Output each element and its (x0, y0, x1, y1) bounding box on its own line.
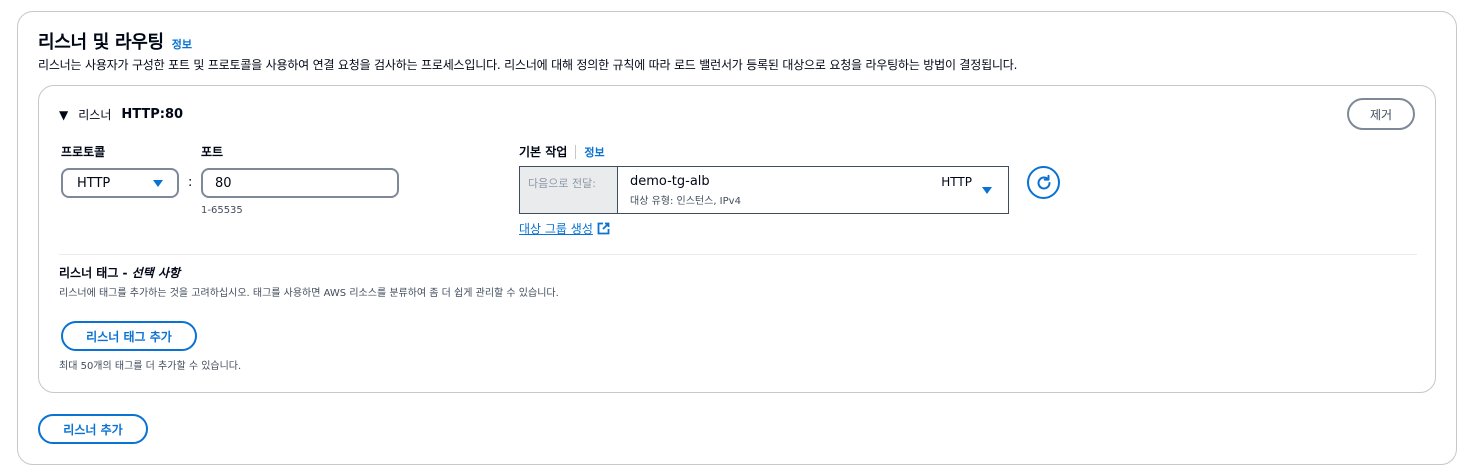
default-action-header: 기본 작업 정보 (519, 143, 605, 160)
listener-header: ▼ 리스너 HTTP:80 (59, 106, 183, 123)
refresh-target-groups-button[interactable] (1027, 166, 1060, 199)
protocol-label: 프로토콜 (61, 145, 106, 159)
add-listener-tag-button[interactable]: 리스너 태그 추가 (61, 321, 197, 351)
remove-listener-button[interactable]: 제거 (1347, 98, 1415, 130)
create-target-group-label: 대상 그룹 생성 (519, 222, 593, 236)
caret-down-icon (153, 179, 163, 187)
section-info-link[interactable]: 정보 (172, 36, 192, 52)
port-input[interactable]: 80 (201, 168, 399, 198)
external-link-icon (597, 222, 610, 235)
listener-card: ▼ 리스너 HTTP:80 제거 프로토콜 포트 HTTP : 80 1-655… (38, 85, 1436, 393)
section-title: 리스너 및 라우팅 (38, 32, 164, 53)
protocol-port-separator: : (188, 175, 193, 190)
protocol-select-value: HTTP (77, 175, 111, 191)
caret-down-icon (982, 187, 992, 194)
default-action-label: 기본 작업 (519, 145, 568, 159)
listener-tags-title-optional: 선택 사항 (131, 266, 181, 280)
default-action-info-link[interactable]: 정보 (584, 144, 604, 160)
listener-tags-description: 리스너에 태그를 추가하는 것을 고려하십시오. 태그를 사용하면 AWS 리소… (59, 288, 559, 299)
divider (59, 254, 1417, 255)
forward-to-field: 다음으로 전달: demo-tg-alb 대상 유형: 인스턴스, IPv4 H… (519, 166, 1009, 214)
listener-header-value: HTTP:80 (121, 107, 184, 122)
listener-tags-title-main: 리스너 태그 - (59, 266, 128, 280)
section-header: 리스너 및 라우팅 정보 (38, 28, 192, 54)
target-group-select[interactable]: demo-tg-alb 대상 유형: 인스턴스, IPv4 HTTP (618, 167, 1008, 213)
target-group-subtitle: 대상 유형: 인스턴스, IPv4 (630, 196, 741, 207)
forward-prefix: 다음으로 전달: (520, 167, 618, 213)
listener-header-label: 리스너 (78, 108, 112, 122)
target-group-protocol: HTTP (941, 175, 972, 189)
port-hint: 1-65535 (201, 205, 243, 216)
refresh-icon (1037, 174, 1050, 189)
collapse-caret-icon[interactable]: ▼ (59, 108, 68, 122)
listeners-routing-panel: 리스너 및 라우팅 정보 리스너는 사용자가 구성한 포트 및 프로토콜을 사용… (17, 11, 1457, 465)
protocol-select[interactable]: HTTP (61, 168, 179, 198)
section-description: 리스너는 사용자가 구성한 포트 및 프로토콜을 사용하여 연결 요청을 검사하… (38, 58, 1018, 72)
port-input-value: 80 (215, 175, 232, 191)
create-target-group-link[interactable]: 대상 그룹 생성 (519, 220, 610, 237)
listener-tags-title: 리스너 태그 - 선택 사항 (59, 264, 180, 281)
tag-limit-text: 최대 50개의 태그를 더 추가할 수 있습니다. (59, 361, 242, 372)
port-label: 포트 (201, 145, 224, 159)
add-listener-button[interactable]: 리스너 추가 (38, 414, 148, 444)
divider (575, 144, 577, 159)
